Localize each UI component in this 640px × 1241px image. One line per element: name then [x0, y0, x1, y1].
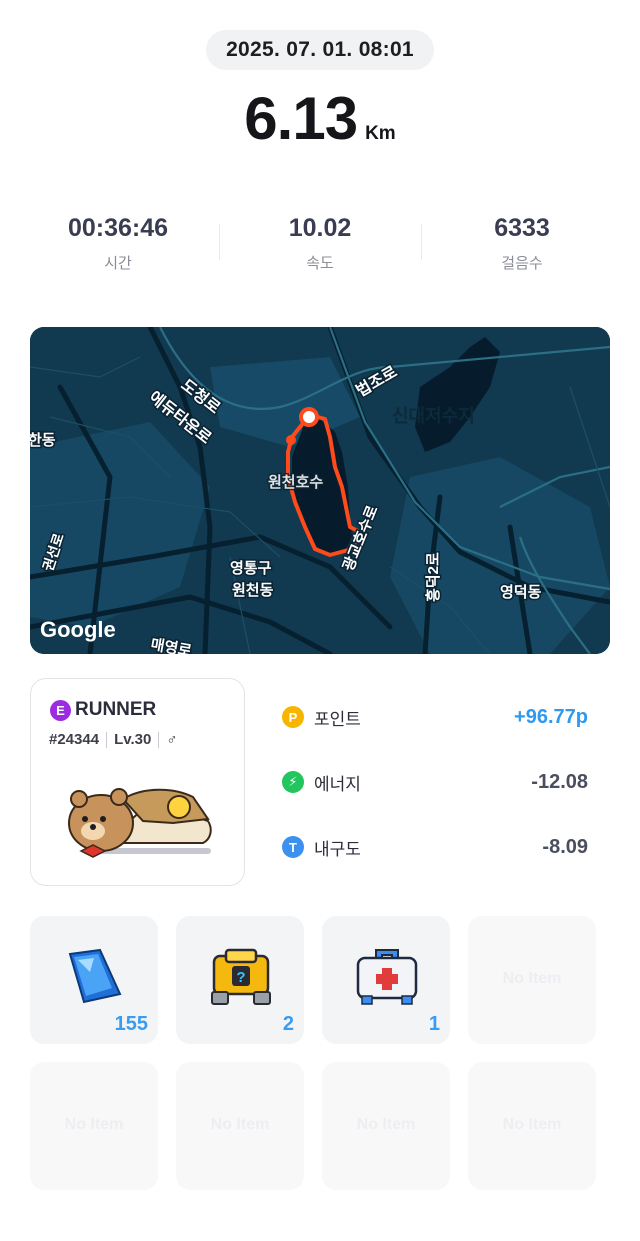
- stat-time-label: 시간: [104, 255, 132, 272]
- item-slot-first-aid[interactable]: 1: [322, 916, 450, 1044]
- mystery-box-icon: ?: [206, 942, 276, 1017]
- empty-slot-label: No Item: [210, 1116, 270, 1133]
- map-label-heungdeok: 흥덕2로: [424, 552, 442, 602]
- grade-badge: E: [50, 699, 71, 721]
- durability-value: -8.09: [542, 835, 588, 858]
- runner-title: RUNNER: [75, 699, 157, 720]
- map-label-lake: 원천호수: [268, 473, 323, 491]
- resource-row-durability: T 내구도 -8.09: [282, 830, 588, 864]
- first-aid-kit-count: 1: [428, 1013, 440, 1035]
- gender-icon: ♂: [166, 731, 178, 748]
- runner-level: Lv.30: [114, 731, 152, 748]
- empty-slot-label: No Item: [64, 1116, 124, 1133]
- stat-speed-label: 속도: [306, 255, 334, 272]
- runner-id: #24344: [49, 731, 100, 748]
- route-map[interactable]: 도청로 에듀타운로 법조로 한동 원천호수 광교호수로 권선로 영통구 원천동 …: [30, 327, 610, 654]
- map-label-wonchen: 원천동: [232, 581, 274, 599]
- distance-display: 6.13 Km: [0, 84, 640, 154]
- distance-unit: Km: [365, 123, 396, 144]
- gem-icon: [60, 942, 128, 1015]
- bear-shoe-character: [63, 779, 213, 866]
- gem-count: 155: [114, 1013, 148, 1035]
- divider: [158, 731, 160, 748]
- resource-row-point: P 포인트 +96.77p: [282, 700, 588, 734]
- point-icon: P: [282, 706, 304, 728]
- stat-speed-value: 10.02: [288, 214, 352, 242]
- runner-card[interactable]: E RUNNER #24344 Lv.30 ♂: [30, 678, 245, 886]
- map-label-yeongtong: 영통구: [230, 559, 272, 577]
- stat-time: 00:36:46 시간: [17, 210, 219, 276]
- item-slot-empty[interactable]: No Item: [468, 916, 596, 1044]
- point-label: 포인트: [314, 709, 361, 729]
- energy-label: 에너지: [314, 774, 361, 794]
- map-label-yeongdeok: 영덕동: [500, 583, 542, 601]
- stat-steps: 6333 걸음수: [421, 210, 623, 276]
- durability-icon: T: [282, 836, 304, 858]
- stat-steps-value: 6333: [494, 214, 550, 242]
- map-label-handong: 한동: [30, 432, 56, 449]
- runner-header: E RUNNER: [50, 699, 156, 721]
- runner-meta: #24344 Lv.30 ♂: [49, 731, 178, 748]
- google-logo: Google: [40, 617, 116, 642]
- mystery-box-count: 2: [282, 1013, 294, 1035]
- point-value: +96.77p: [514, 705, 588, 728]
- resource-row-energy: ⚡ 에너지 -12.08: [282, 765, 588, 799]
- stat-steps-label: 걸음수: [501, 255, 543, 272]
- stat-time-value: 00:36:46: [67, 214, 169, 242]
- energy-value: -12.08: [531, 770, 588, 793]
- empty-slot-label: No Item: [356, 1116, 416, 1133]
- divider: [106, 731, 108, 748]
- run-stats: 00:36:46 시간 10.02 속도 6333 걸음수: [17, 210, 623, 276]
- item-slot-empty[interactable]: No Item: [176, 1062, 304, 1190]
- item-slot-mystery-box[interactable]: ? 2: [176, 916, 304, 1044]
- first-aid-kit-icon: [352, 942, 422, 1017]
- map-label-reservoir: 신대저수지: [392, 406, 475, 426]
- item-slot-empty[interactable]: No Item: [30, 1062, 158, 1190]
- distance-value: 6.13: [244, 85, 358, 152]
- item-slot-empty[interactable]: No Item: [322, 1062, 450, 1190]
- empty-slot-label: No Item: [502, 970, 562, 987]
- run-datetime: 2025. 07. 01. 08:01: [206, 30, 434, 70]
- item-slot-gem[interactable]: 155: [30, 916, 158, 1044]
- svg-text:?: ?: [236, 969, 245, 986]
- stat-speed: 10.02 속도: [219, 210, 421, 276]
- energy-icon: ⚡: [282, 771, 304, 793]
- item-slot-empty[interactable]: No Item: [468, 1062, 596, 1190]
- durability-label: 내구도: [314, 839, 361, 859]
- empty-slot-label: No Item: [502, 1116, 562, 1133]
